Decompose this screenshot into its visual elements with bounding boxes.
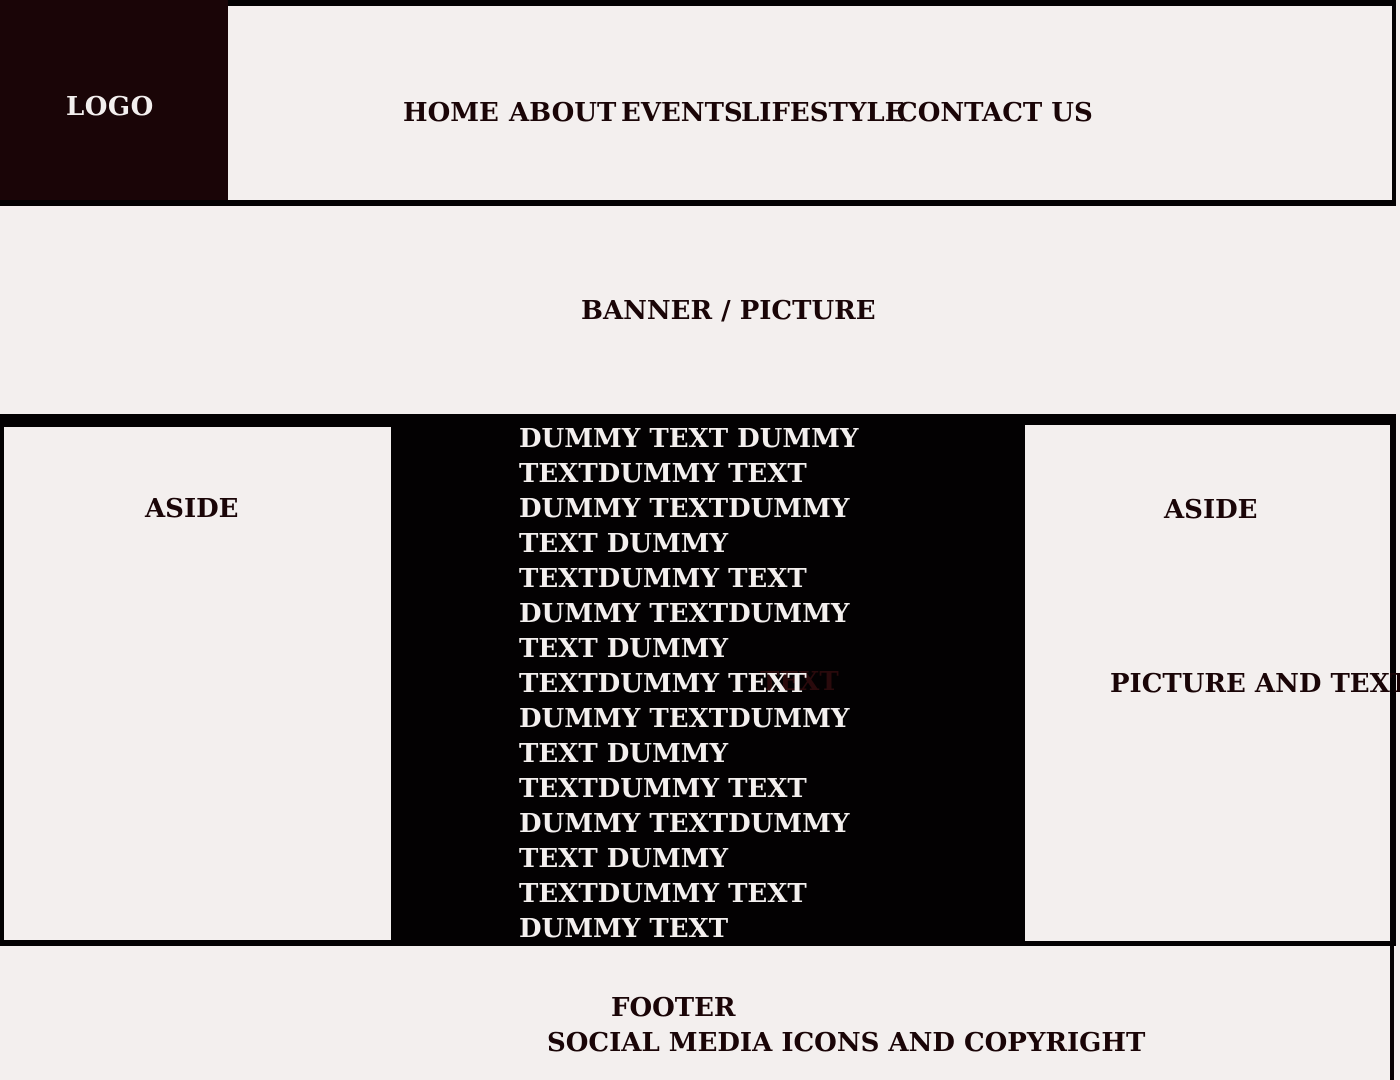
logo-box[interactable]: LOGO xyxy=(0,0,228,200)
header: LOGO HOME ABOUT EVENTS LIFESTYLE CONTACT… xyxy=(0,0,1396,206)
footer-edge-divider xyxy=(1390,946,1394,1080)
content-line: DUMMY TEXT DUMMY xyxy=(519,424,859,454)
nav-item-lifestyle[interactable]: LIFESTYLE xyxy=(741,98,905,128)
content-line: TEXT DUMMY xyxy=(519,634,729,664)
page: LOGO HOME ABOUT EVENTS LIFESTYLE CONTACT… xyxy=(0,0,1400,1080)
nav-item-home[interactable]: HOME xyxy=(403,98,499,128)
banner: BANNER / PICTURE xyxy=(0,206,1400,414)
content-line: TEXTDUMMY TEXT xyxy=(519,564,807,594)
footer: FOOTER SOCIAL MEDIA ICONS AND COPYRIGHT xyxy=(0,946,1392,1080)
aside-left-label: ASIDE xyxy=(145,494,239,524)
content-line: TEXTDUMMY TEXT xyxy=(519,669,807,699)
content-line: DUMMY TEXT xyxy=(519,914,729,944)
aside-right-picture-text: PICTURE AND TEXT xyxy=(1110,669,1400,699)
content-line: DUMMY TEXTDUMMY xyxy=(519,704,850,734)
footer-title: FOOTER xyxy=(611,993,736,1023)
content-line: DUMMY TEXTDUMMY xyxy=(519,599,850,629)
main-content-text: DUMMY TEXT DUMMY TEXTDUMMY TEXT DUMMY TE… xyxy=(519,422,859,947)
nav-item-events[interactable]: EVENTS xyxy=(621,98,743,128)
nav-bar: HOME ABOUT EVENTS LIFESTYLE CONTACT US xyxy=(228,6,1392,200)
nav-item-about[interactable]: ABOUT xyxy=(509,98,616,128)
banner-label: BANNER / PICTURE xyxy=(581,296,876,326)
content-line: DUMMY TEXTDUMMY xyxy=(519,494,850,524)
content-line: TEXTDUMMY TEXT xyxy=(519,879,807,909)
content-line: TEXT DUMMY xyxy=(519,529,729,559)
nav-item-contact-us[interactable]: CONTACT US xyxy=(897,98,1093,128)
aside-right: ASIDE PICTURE AND TEXT xyxy=(1025,425,1400,941)
aside-right-label: ASIDE xyxy=(1164,495,1258,525)
content-line: TEXTDUMMY TEXT xyxy=(519,459,807,489)
logo[interactable]: LOGO xyxy=(66,92,154,122)
content-line: TEXT DUMMY xyxy=(519,739,729,769)
content-line: DUMMY TEXTDUMMY xyxy=(519,809,850,839)
footer-social-copyright: SOCIAL MEDIA ICONS AND COPYRIGHT xyxy=(547,1028,1146,1058)
content-line: TEXTDUMMY TEXT xyxy=(519,774,807,804)
aside-left: ASIDE xyxy=(4,427,391,940)
content-line: TEXT DUMMY xyxy=(519,844,729,874)
